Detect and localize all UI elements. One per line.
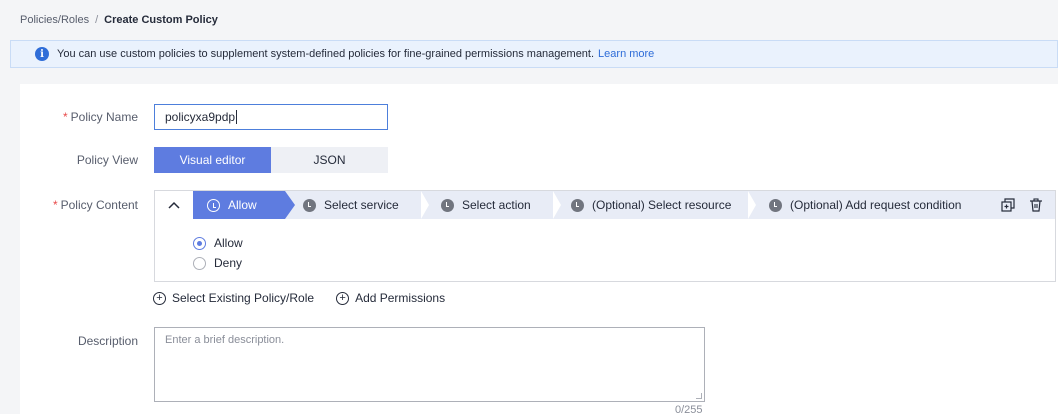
- chevron-up-icon: [168, 201, 180, 209]
- step-add-condition-label: (Optional) Add request condition: [790, 198, 962, 212]
- add-links: + Select Existing Policy/Role + Add Perm…: [153, 291, 445, 305]
- radio-allow[interactable]: Allow: [193, 233, 243, 253]
- policy-view-label: Policy View: [76, 153, 138, 167]
- add-permissions-label: Add Permissions: [355, 291, 446, 305]
- policy-view-toggle: Visual editor JSON: [154, 147, 388, 173]
- statement-tools: [999, 191, 1045, 219]
- step-select-action-label: Select action: [462, 198, 531, 212]
- clock-icon: [769, 198, 782, 212]
- plus-circle-icon: +: [153, 291, 166, 305]
- policy-name-input[interactable]: policyxa9pdp: [154, 104, 388, 130]
- step-select-resource[interactable]: (Optional) Select resource: [571, 191, 751, 219]
- step-select-service-label: Select service: [324, 198, 399, 212]
- radio-deny-circle[interactable]: [193, 256, 206, 270]
- policy-name-value: policyxa9pdp: [165, 110, 236, 124]
- select-existing-label: Select Existing Policy/Role: [172, 291, 315, 305]
- clock-icon: [303, 198, 316, 212]
- policy-content-label: * Policy Content: [52, 198, 138, 212]
- step-add-request-condition[interactable]: (Optional) Add request condition: [769, 191, 979, 219]
- breadcrumb-separator: /: [95, 14, 99, 26]
- policy-content-box: Allow Select service Select action (Opti…: [154, 190, 1056, 282]
- step-select-resource-label: (Optional) Select resource: [592, 198, 732, 212]
- breadcrumb: Policies/Roles / Create Custom Policy: [20, 14, 218, 26]
- radio-deny-label: Deny: [214, 256, 243, 270]
- description-label: Description: [77, 334, 138, 348]
- resize-handle[interactable]: [696, 393, 702, 399]
- learn-more-link[interactable]: Learn more: [598, 48, 654, 60]
- step-divider: [421, 191, 429, 219]
- breadcrumb-current: Create Custom Policy: [104, 14, 218, 26]
- add-permissions-button[interactable]: + Add Permissions: [336, 291, 445, 305]
- radio-deny[interactable]: Deny: [193, 253, 243, 273]
- step-divider: [553, 191, 561, 219]
- radio-allow-circle[interactable]: [193, 236, 206, 250]
- policy-name-label: * Policy Name: [62, 110, 138, 124]
- policy-form-card: * Policy Name policyxa9pdp Policy View Vi…: [20, 84, 1058, 414]
- description-counter: 0/255: [675, 404, 703, 414]
- step-divider: [748, 191, 756, 219]
- clock-icon: [441, 198, 454, 212]
- required-mark: *: [62, 110, 68, 124]
- step-arrow: [285, 191, 295, 219]
- step-allow-label: Allow: [228, 198, 257, 212]
- collapse-button[interactable]: [155, 191, 193, 219]
- step-allow[interactable]: Allow: [193, 191, 285, 219]
- info-banner: i You can use custom policies to supplem…: [10, 40, 1058, 68]
- radio-allow-label: Allow: [214, 236, 243, 250]
- copy-icon[interactable]: [999, 196, 1017, 214]
- step-select-action[interactable]: Select action: [441, 191, 561, 219]
- info-icon: i: [35, 47, 49, 61]
- required-mark: *: [52, 198, 58, 212]
- policy-steps-bar: Allow Select service Select action (Opti…: [155, 191, 1055, 219]
- breadcrumb-policies-roles[interactable]: Policies/Roles: [20, 14, 89, 26]
- clock-icon: [571, 198, 584, 212]
- select-existing-policy-button[interactable]: + Select Existing Policy/Role: [153, 291, 314, 305]
- json-button[interactable]: JSON: [271, 147, 388, 173]
- info-banner-text: You can use custom policies to supplemen…: [57, 48, 595, 60]
- plus-circle-icon: +: [336, 291, 350, 305]
- description-placeholder: Enter a brief description.: [165, 334, 285, 346]
- description-textarea[interactable]: Enter a brief description.: [154, 327, 705, 402]
- visual-editor-button[interactable]: Visual editor: [154, 147, 271, 173]
- effect-radio-group: Allow Deny: [193, 233, 243, 273]
- clock-icon: [207, 198, 220, 212]
- step-select-service[interactable]: Select service: [303, 191, 428, 219]
- trash-icon[interactable]: [1027, 196, 1045, 214]
- text-caret: [236, 110, 238, 124]
